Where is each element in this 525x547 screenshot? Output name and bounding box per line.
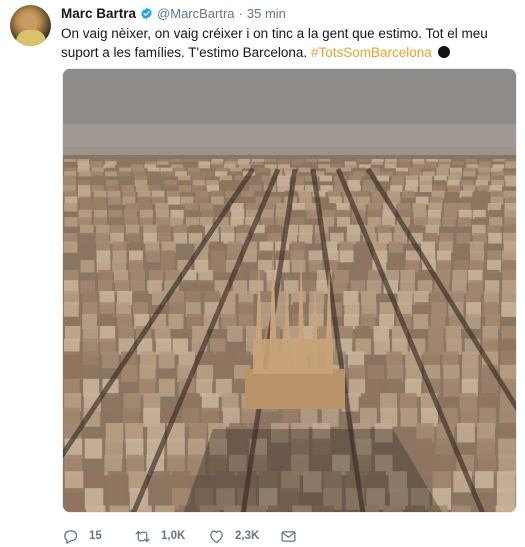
retweet-button[interactable]: 1,0K: [134, 528, 208, 545]
tweet-header: Marc Bartra @MarcBartra · 35 min: [61, 5, 286, 21]
tweet-card: Marc Bartra @MarcBartra · 35 min On vaig…: [0, 0, 525, 547]
retweet-count: 1,0K: [161, 530, 186, 542]
retweet-icon: [135, 530, 150, 542]
separator-dot: ·: [238, 5, 243, 21]
avatar-face: [23, 14, 38, 31]
like-count: 2,3K: [235, 530, 260, 542]
envelope-icon: [281, 530, 296, 542]
black-circle-icon: [437, 46, 450, 58]
verified-badge-icon: [140, 7, 153, 20]
direct-message-button[interactable]: [280, 528, 297, 545]
heart-icon: [210, 530, 223, 543]
like-button[interactable]: 2,3K: [208, 528, 280, 545]
avatar[interactable]: [10, 5, 51, 46]
tweet-photo[interactable]: [62, 68, 517, 513]
aerial-city-photo: [63, 69, 516, 512]
avatar-shirt: [16, 30, 46, 46]
tweet-text: On vaig nèixer, on vaig créixer i on tin…: [61, 24, 513, 62]
display-name[interactable]: Marc Bartra: [61, 6, 136, 21]
reply-button[interactable]: 15: [62, 528, 134, 545]
reply-count: 15: [89, 530, 102, 542]
tweet-timestamp[interactable]: 35 min: [247, 6, 286, 21]
hashtag-link[interactable]: #TotsSomBarcelona: [311, 45, 432, 60]
tweet-actions: 15 1,0K 2,3K: [62, 526, 297, 546]
user-handle[interactable]: @MarcBartra: [157, 6, 235, 21]
reply-icon: [64, 529, 78, 544]
